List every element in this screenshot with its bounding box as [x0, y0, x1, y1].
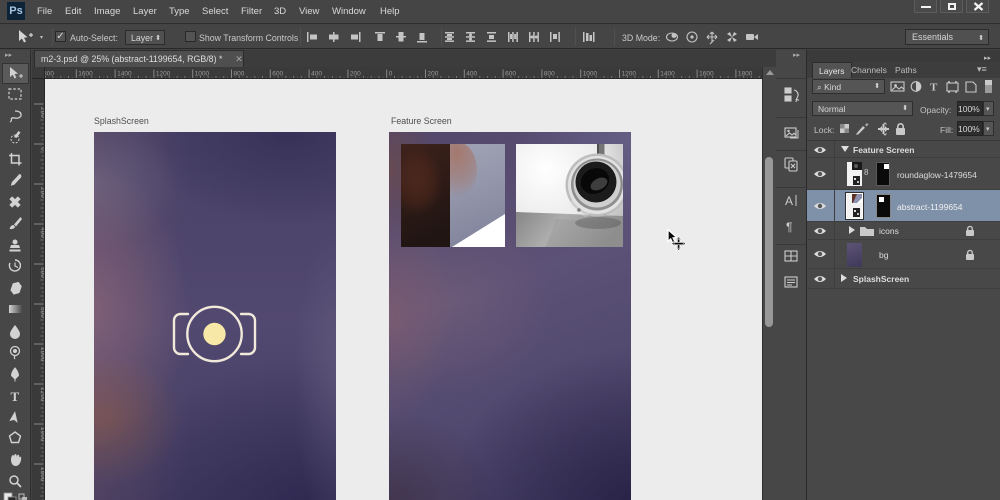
svg-text:1600: 1600	[699, 71, 714, 78]
svg-text:1400: 1400	[660, 71, 675, 78]
svg-text:¶: ¶	[786, 220, 792, 234]
svg-text:0: 0	[389, 71, 393, 78]
svg-text:1000: 1000	[195, 71, 210, 78]
svg-text:1000: 1000	[583, 71, 598, 78]
svg-text:1600: 1600	[78, 71, 93, 78]
svg-text:1400: 1400	[117, 71, 132, 78]
svg-text:1200: 1200	[156, 71, 171, 78]
svg-text:A: A	[785, 194, 793, 208]
svg-text:T: T	[11, 389, 20, 404]
svg-text:T: T	[930, 82, 938, 94]
svg-text:1200: 1200	[622, 71, 637, 78]
svg-text:1800: 1800	[738, 71, 753, 78]
